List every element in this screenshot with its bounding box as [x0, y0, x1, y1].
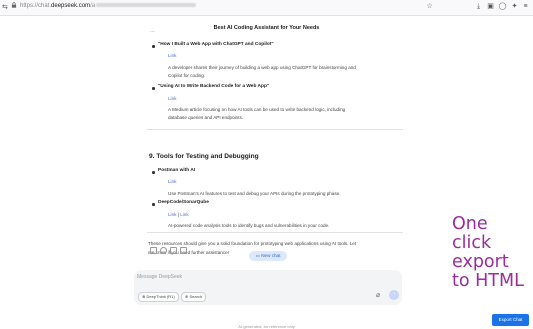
thumbs-down-icon[interactable] [180, 247, 187, 254]
extensions-icon[interactable]: ✦ [510, 2, 519, 11]
tool-desc: AI-powered code analysis tools to identi… [168, 223, 330, 228]
account-icon[interactable]: ◯ [498, 2, 507, 11]
resource-link[interactable]: Link [168, 53, 176, 58]
overlay-line: One [452, 214, 488, 234]
search-label: Search [189, 294, 203, 299]
resource-desc: database queries and API endpoints. [168, 115, 244, 120]
url-tail: /a [90, 3, 96, 9]
menu-icon[interactable]: ≡ [521, 2, 530, 11]
deepthink-label: DeepThink (R1) [146, 294, 175, 299]
deepthink-toggle[interactable]: ⊗ DeepThink (R1) [138, 292, 179, 302]
tool-title: DeepCode/SonarQube [158, 200, 209, 205]
star-icon[interactable]: ☆ [425, 2, 434, 11]
promo-overlay: One click export to HTML [452, 215, 524, 291]
tune-icon[interactable]: ⇆ [2, 3, 8, 11]
export-chat-button[interactable]: Export Chat [492, 314, 529, 326]
paperclip-icon[interactable]: ⌀ [376, 291, 380, 299]
send-icon[interactable]: ↑ [389, 290, 399, 300]
footnote: AI-generated, for reference only [238, 324, 295, 329]
top-fragment: … [150, 28, 155, 34]
new-chat-label: New chat [261, 253, 281, 258]
tool-link[interactable]: Link [168, 179, 176, 184]
resource-desc: A developer shares their journey of buil… [168, 65, 356, 70]
resource-link[interactable]: Link [168, 96, 176, 101]
resource-title: "Using AI to Write Backend Code for a We… [158, 84, 270, 89]
save-icon[interactable]: ▣ [486, 2, 495, 11]
overlay-line: click [452, 233, 492, 253]
lock-icon[interactable] [11, 2, 17, 8]
address-bar[interactable]: https://chat.deepseek.com/a [20, 3, 197, 9]
divider [147, 129, 403, 130]
bullet [152, 171, 155, 174]
url-redacted [96, 3, 197, 8]
download-icon[interactable]: ⤓ [474, 2, 483, 11]
input-placeholder: Message DeepSeek [137, 274, 183, 280]
new-chat-icon: ▭ [255, 253, 260, 258]
deepthink-icon: ⊗ [142, 294, 146, 299]
new-chat-button[interactable]: ▭ New chat [249, 251, 287, 261]
tool-desc: Use Postman's AI features to test and de… [168, 191, 341, 196]
tool-title: Postman with AI [158, 168, 196, 173]
document-title: Best AI Coding Assistant for Your Needs [213, 25, 320, 31]
bullet [152, 203, 155, 206]
overlay-line: to HTML [452, 271, 524, 291]
search-toggle[interactable]: ⊕ Search [181, 292, 207, 302]
regenerate-icon[interactable] [160, 247, 167, 254]
thumbs-up-icon[interactable] [170, 247, 177, 254]
message-input[interactable]: Message DeepSeek ⊗ DeepThink (R1) ⊕ Sear… [134, 270, 402, 305]
copy-icon[interactable] [150, 247, 157, 254]
resource-title: "How I Built a Web App with ChatGPT and … [158, 42, 274, 47]
tool-links: Link | Link [168, 212, 189, 217]
closing-text: These resources should give you a solid … [148, 241, 357, 246]
tool-link[interactable]: Link [180, 212, 188, 217]
overlay-line: export [452, 252, 509, 272]
bullet [152, 45, 155, 48]
browser-toolbar: ⇆ https://chat.deepseek.com/a ☆ ⤓ ▣ ◯ ✦ … [0, 0, 533, 16]
bullet [152, 87, 155, 90]
url-prefix: https://chat. [20, 3, 52, 9]
resource-desc: Copilot for coding. [168, 73, 206, 78]
globe-icon: ⊕ [185, 294, 189, 299]
divider [147, 232, 403, 233]
resource-desc: A Medium article focusing on how AI tool… [168, 107, 346, 112]
url-domain: deepseek.com [51, 3, 91, 9]
section-heading: 9. Tools for Testing and Debugging [149, 153, 259, 160]
